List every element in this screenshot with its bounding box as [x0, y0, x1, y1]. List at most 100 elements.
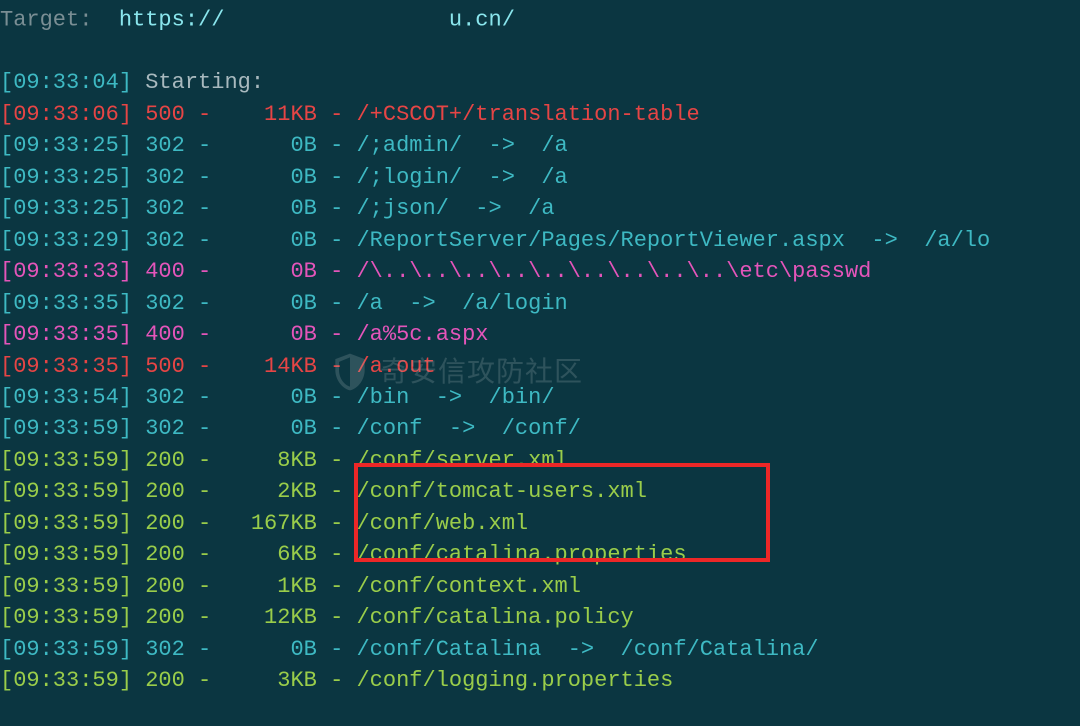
size: 0B [238, 416, 317, 441]
path: /conf/server.xml [356, 448, 567, 473]
path: /conf/Catalina [356, 637, 541, 662]
scan-result-row: [09:33:59] 200 - 167KB - /conf/web.xml [0, 508, 1080, 539]
separator: - [185, 259, 238, 284]
separator: - [317, 322, 357, 347]
timestamp: [09:33:59] [0, 479, 132, 504]
path: /bin [356, 385, 409, 410]
path: /+CSCOT+/translation-table [356, 102, 699, 127]
separator: - [317, 542, 357, 567]
scan-result-row: [09:33:59] 200 - 3KB - /conf/logging.pro… [0, 665, 1080, 696]
target-line: Target: https:// u.cn/ [0, 4, 1080, 36]
size: 12KB [238, 605, 317, 630]
starting-line: [09:33:04] Starting: [0, 67, 1080, 98]
path: /a.out [356, 354, 435, 379]
path: /a%5c.aspx [356, 322, 488, 347]
scan-result-row: [09:33:59] 200 - 6KB - /conf/catalina.pr… [0, 539, 1080, 570]
status-code: 400 [145, 259, 185, 284]
arrow: -> [845, 228, 924, 253]
status-code: 200 [145, 448, 185, 473]
arrow: -> [449, 196, 528, 221]
status-code: 400 [145, 322, 185, 347]
size: 3KB [238, 668, 317, 693]
path: /conf/web.xml [356, 511, 528, 536]
scan-result-row: [09:33:59] 302 - 0B - /conf -> /conf/ [0, 413, 1080, 444]
path: /conf/catalina.properties [356, 542, 686, 567]
status-code: 302 [145, 637, 185, 662]
separator: - [317, 605, 357, 630]
status-code: 200 [145, 668, 185, 693]
blank-line [0, 36, 1080, 67]
separator: - [185, 291, 238, 316]
separator: - [185, 542, 238, 567]
path: /\..\..\..\..\..\..\..\..\..\etc\passwd [356, 259, 871, 284]
separator: - [317, 637, 357, 662]
redirect-path: /a [541, 133, 567, 158]
size: 0B [238, 259, 317, 284]
scan-result-row: [09:33:25] 302 - 0B - /;json/ -> /a [0, 193, 1080, 224]
timestamp: [09:33:59] [0, 605, 132, 630]
timestamp: [09:33:35] [0, 354, 132, 379]
scan-result-row: [09:33:25] 302 - 0B - /;admin/ -> /a [0, 130, 1080, 161]
status-code: 302 [145, 165, 185, 190]
separator: - [317, 479, 357, 504]
size: 167KB [238, 511, 317, 536]
separator: - [185, 354, 238, 379]
status-code: 200 [145, 605, 185, 630]
separator: - [185, 574, 238, 599]
timestamp: [09:33:25] [0, 196, 132, 221]
status-code: 200 [145, 542, 185, 567]
size: 0B [238, 228, 317, 253]
scan-result-row: [09:33:25] 302 - 0B - /;login/ -> /a [0, 162, 1080, 193]
separator: - [185, 416, 238, 441]
status-code: 302 [145, 385, 185, 410]
separator: - [185, 511, 238, 536]
separator: - [185, 479, 238, 504]
path: /a [356, 291, 382, 316]
separator: - [317, 448, 357, 473]
timestamp: [09:33:59] [0, 668, 132, 693]
arrow: -> [462, 165, 541, 190]
arrow: -> [423, 416, 502, 441]
separator: - [185, 196, 238, 221]
target-label: Target: [0, 8, 119, 33]
starting-label: Starting: [145, 70, 264, 95]
separator: - [317, 291, 357, 316]
separator: - [185, 133, 238, 158]
path: /conf/logging.properties [356, 668, 673, 693]
separator: - [317, 668, 357, 693]
separator: - [185, 102, 238, 127]
status-code: 302 [145, 196, 185, 221]
separator: - [185, 668, 238, 693]
separator: - [185, 165, 238, 190]
scan-result-row: [09:33:33] 400 - 0B - /\..\..\..\..\..\.… [0, 256, 1080, 287]
separator: - [317, 385, 357, 410]
status-code: 200 [145, 574, 185, 599]
scan-result-row: [09:33:35] 302 - 0B - /a -> /a/login [0, 288, 1080, 319]
size: 0B [238, 196, 317, 221]
path: /conf/tomcat-users.xml [356, 479, 646, 504]
status-code: 302 [145, 291, 185, 316]
scan-result-row: [09:33:35] 400 - 0B - /a%5c.aspx [0, 319, 1080, 350]
size: 0B [238, 165, 317, 190]
redirect-path: /bin/ [489, 385, 555, 410]
timestamp: [09:33:33] [0, 259, 132, 284]
timestamp: [09:33:06] [0, 102, 132, 127]
size: 8KB [238, 448, 317, 473]
size: 0B [238, 637, 317, 662]
size: 0B [238, 385, 317, 410]
path: /conf [356, 416, 422, 441]
status-code: 500 [145, 102, 185, 127]
path: /;json/ [356, 196, 448, 221]
scan-result-row: [09:33:06] 500 - 11KB - /+CSCOT+/transla… [0, 99, 1080, 130]
separator: - [317, 574, 357, 599]
redirect-path: /a/login [462, 291, 568, 316]
scan-result-row: [09:33:59] 200 - 1KB - /conf/context.xml [0, 571, 1080, 602]
separator: - [185, 637, 238, 662]
status-code: 302 [145, 416, 185, 441]
separator: - [317, 416, 357, 441]
size: 1KB [238, 574, 317, 599]
path: /ReportServer/Pages/ReportViewer.aspx [356, 228, 844, 253]
separator: - [317, 165, 357, 190]
scan-result-row: [09:33:59] 200 - 2KB - /conf/tomcat-user… [0, 476, 1080, 507]
separator: - [185, 228, 238, 253]
